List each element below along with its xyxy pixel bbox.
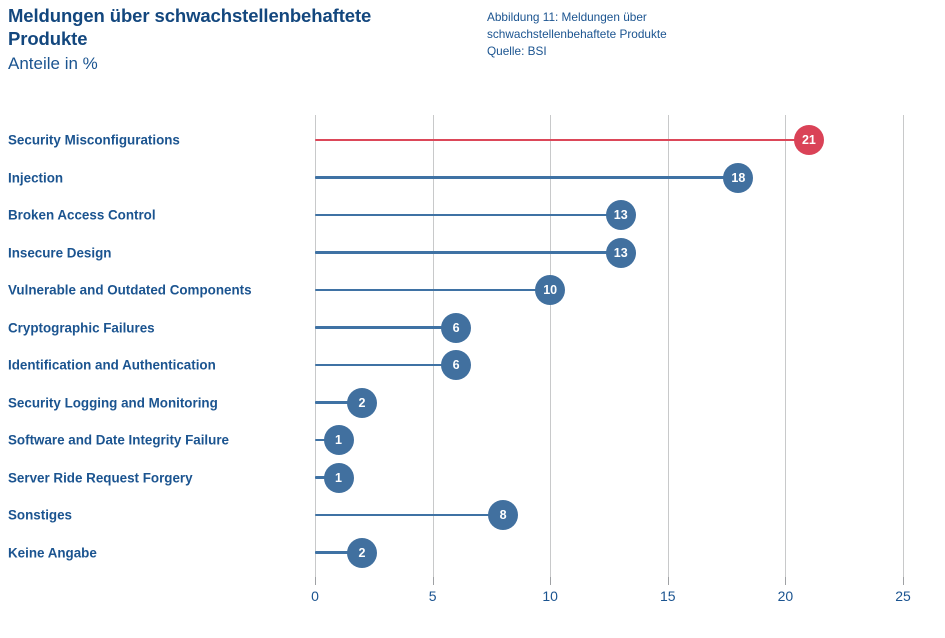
page-title-line-1: Meldungen über schwachstellenbehaftete (8, 5, 372, 26)
page-title: Meldungen über schwachstellenbehaftete P… (8, 4, 468, 50)
data-point-marker: 2 (347, 537, 378, 568)
bar-stem (315, 363, 457, 367)
x-tick-label-10: 10 (542, 588, 558, 604)
x-tick-label-0: 0 (311, 588, 319, 604)
figure-source: Quelle: BSI (487, 43, 547, 58)
page-title-line-2: Produkte (8, 28, 88, 50)
x-tick-mark-15 (667, 577, 669, 585)
figure-caption-line-2: schwachstellenbehaftete Produkte (487, 26, 667, 41)
header-block: Meldungen über schwachstellenbehaftete P… (8, 4, 468, 75)
category-label: Server Ride Request Forgery (8, 470, 193, 485)
bar-stem (315, 251, 621, 254)
x-tick-mark-20 (785, 577, 787, 585)
bar-stem (315, 513, 504, 517)
data-point-marker: 10 (535, 275, 566, 305)
data-point-marker: 1 (323, 462, 354, 493)
category-label: Cryptographic Failures (8, 320, 155, 335)
gridline-25 (903, 115, 904, 577)
x-tick-label-25: 25 (895, 588, 911, 604)
bar-stem (315, 326, 457, 329)
x-tick-label-5: 5 (428, 588, 437, 604)
bar-stem (315, 213, 621, 217)
category-label: Identification and Authentication (8, 357, 216, 373)
data-point-marker: 13 (605, 237, 636, 268)
category-label: Vulnerable and Outdated Components (8, 282, 252, 298)
data-point-marker: 1 (323, 425, 354, 455)
data-point-marker: 6 (441, 312, 472, 343)
gridline-10 (550, 115, 552, 577)
x-tick-mark-0 (315, 577, 316, 585)
gridline-15 (667, 115, 669, 577)
data-point-marker: 2 (347, 387, 378, 418)
category-label: Sonstiges (8, 507, 72, 523)
chart-subtitle: Anteile in % (8, 54, 98, 74)
bar-stem (315, 288, 551, 292)
category-label: Injection (8, 170, 64, 185)
x-tick-label-20: 20 (777, 588, 794, 604)
x-tick-label-15: 15 (660, 588, 676, 604)
category-label: Keine Angabe (8, 545, 97, 560)
gridline-0 (315, 115, 316, 577)
category-label: Security Misconfigurations (8, 132, 180, 148)
gridline-20 (785, 115, 787, 577)
figure-caption-line-1: Abbildung 11: Meldungen über (487, 10, 647, 24)
bar-stem (315, 176, 739, 179)
chart-plot-area: 21 18 13 13 10 6 6 2 1 1 8 2 0 5 10 15 20 25 (311, 115, 911, 604)
bar-stem (315, 138, 809, 142)
data-point-marker: 6 (441, 350, 472, 380)
category-label: Insecure Design (8, 245, 112, 260)
data-point-marker: 21 (793, 125, 824, 155)
gridline-5 (432, 115, 434, 577)
category-label: Broken Access Control (8, 207, 156, 223)
category-label: Software and Date Integrity Failure (8, 432, 229, 448)
category-label: Security Logging and Monitoring (8, 395, 218, 410)
data-point-marker: 13 (605, 200, 636, 230)
x-tick-mark-10 (550, 577, 552, 585)
data-point-marker: 8 (488, 500, 519, 530)
data-point-marker: 18 (723, 162, 754, 193)
figure-caption: Abbildung 11: Meldungen über schwachstel… (487, 9, 817, 59)
x-tick-mark-25 (903, 577, 904, 585)
x-tick-mark-5 (432, 577, 434, 585)
